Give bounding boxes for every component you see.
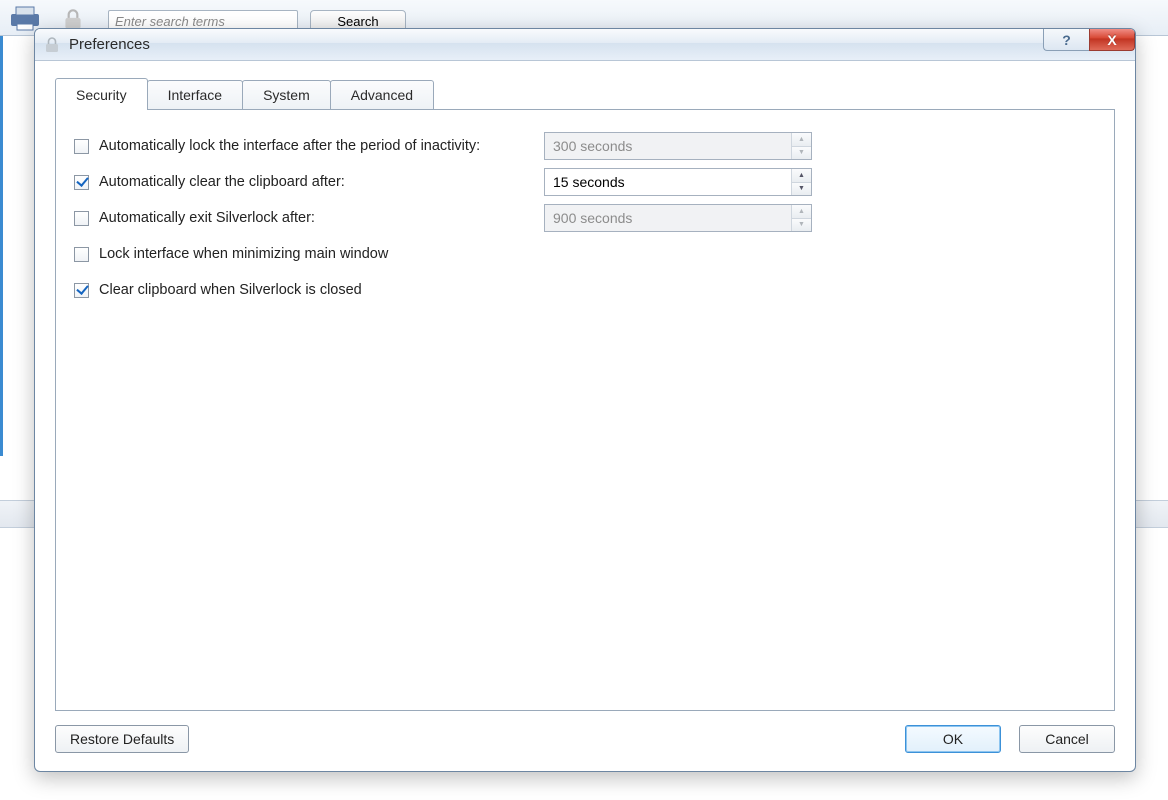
spinbox-autoexit[interactable]: 900 seconds ▲ ▼ [544,204,812,232]
label-autolock: Automatically lock the interface after t… [99,138,480,154]
cancel-button[interactable]: Cancel [1019,725,1115,753]
tab-interface[interactable]: Interface [147,80,243,109]
label-clearclose: Clear clipboard when Silverlock is close… [99,282,362,298]
tab-security[interactable]: Security [55,78,148,110]
label-autoclear: Automatically clear the clipboard after: [99,174,345,190]
spinbox-up-icon[interactable]: ▲ [792,205,811,219]
label-autoexit: Automatically exit Silverlock after: [99,210,315,226]
option-lockmin: Lock interface when minimizing main wind… [74,236,1096,272]
tab-system[interactable]: System [242,80,331,109]
checkbox-clearclose[interactable] [74,283,89,298]
dialog-footer: Restore Defaults OK Cancel [35,711,1135,771]
spinbox-autoexit-value[interactable]: 900 seconds [545,205,791,231]
tabstrip: Security Interface System Advanced [55,79,1115,109]
spinbox-autolock-value[interactable]: 300 seconds [545,133,791,159]
spinbox-down-icon[interactable]: ▼ [792,183,811,196]
spinbox-up-icon[interactable]: ▲ [792,133,811,147]
checkbox-autoexit[interactable] [74,211,89,226]
preferences-dialog: Preferences ? X Security Interface Syste… [34,28,1136,772]
dialog-title: Preferences [69,36,150,53]
option-autoclear: Automatically clear the clipboard after:… [74,164,1096,200]
spinbox-down-icon[interactable]: ▼ [792,147,811,160]
ok-button[interactable]: OK [905,725,1001,753]
checkbox-lockmin[interactable] [74,247,89,262]
option-autoexit: Automatically exit Silverlock after: 900… [74,200,1096,236]
checkbox-autolock[interactable] [74,139,89,154]
spinbox-autolock[interactable]: 300 seconds ▲ ▼ [544,132,812,160]
help-button[interactable]: ? [1043,29,1089,51]
lock-icon [43,36,61,54]
spinbox-autoclear[interactable]: 15 seconds ▲ ▼ [544,168,812,196]
spinbox-up-icon[interactable]: ▲ [792,169,811,183]
restore-defaults-button[interactable]: Restore Defaults [55,725,189,753]
parent-selection-edge [0,36,3,456]
option-autolock: Automatically lock the interface after t… [74,128,1096,164]
tabpanel-security: Automatically lock the interface after t… [55,109,1115,711]
dialog-titlebar[interactable]: Preferences ? X [35,29,1135,61]
label-lockmin: Lock interface when minimizing main wind… [99,246,388,262]
option-clearclose: Clear clipboard when Silverlock is close… [74,272,1096,308]
tab-advanced[interactable]: Advanced [330,80,434,109]
checkbox-autoclear[interactable] [74,175,89,190]
spinbox-down-icon[interactable]: ▼ [792,219,811,232]
close-button[interactable]: X [1089,29,1135,51]
spinbox-autoclear-value[interactable]: 15 seconds [545,169,791,195]
